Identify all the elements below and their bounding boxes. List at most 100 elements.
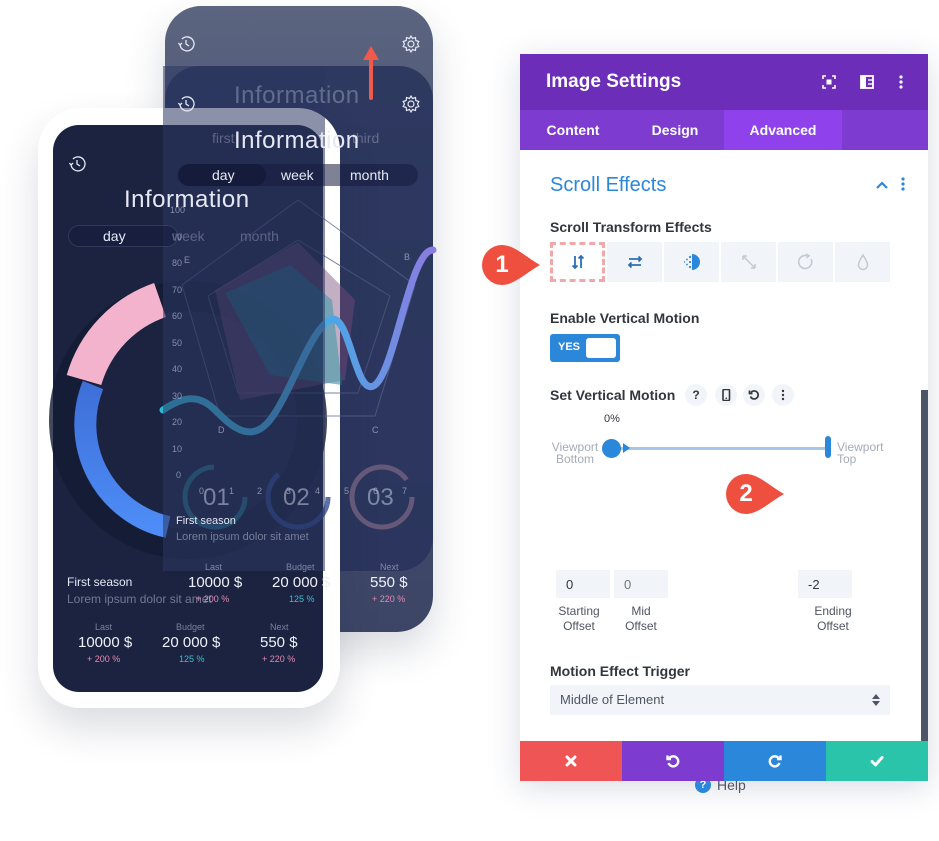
section-more-icon[interactable] <box>900 176 906 192</box>
gear-icon[interactable] <box>401 94 421 114</box>
panel-footer <box>520 741 928 781</box>
fading-icon <box>683 254 700 270</box>
radar-label: B <box>404 252 411 262</box>
effect-horizontal-motion-button[interactable] <box>607 242 662 282</box>
effect-scaling-button[interactable] <box>721 242 776 282</box>
motion-trigger-select[interactable]: Middle of Element <box>550 685 890 715</box>
horizontal-motion-icon <box>627 255 642 269</box>
panel-title: Image Settings <box>546 71 682 92</box>
tab-advanced[interactable]: Advanced <box>724 110 842 150</box>
stat-value: 10000 $ <box>78 634 133 651</box>
mid-season-title: First season <box>176 515 236 527</box>
slider-start-handle[interactable] <box>602 439 621 458</box>
stat-change: + 200 % <box>87 654 121 664</box>
slider-mid-handle[interactable] <box>623 443 630 453</box>
ending-offset-input[interactable] <box>798 570 852 598</box>
scrollbar[interactable] <box>921 390 928 742</box>
more-options-icon[interactable] <box>892 73 910 91</box>
label-line: Offset <box>625 619 657 633</box>
effect-rotating-button[interactable] <box>778 242 833 282</box>
scaling-icon <box>741 255 756 269</box>
x-tick: 5 <box>344 486 350 496</box>
gear-icon[interactable] <box>401 34 421 54</box>
x-tick: 7 <box>402 486 408 496</box>
tab-design[interactable]: Design <box>626 110 724 150</box>
x-tick: 2 <box>257 486 263 496</box>
history-icon[interactable] <box>176 94 196 114</box>
effect-vertical-motion-button[interactable] <box>550 242 605 282</box>
radar-label: D <box>218 425 225 435</box>
slider-percent-label: 0% <box>604 413 620 425</box>
history-icon[interactable] <box>176 34 196 54</box>
rotating-icon <box>797 253 812 270</box>
stat-label: Next <box>270 622 289 632</box>
mid-offset-label: Mid Offset <box>612 604 670 634</box>
motion-trigger-value: Middle of Element <box>560 692 665 707</box>
slider-start-label: Viewport Bottom <box>550 441 600 465</box>
redo-button[interactable] <box>724 741 826 781</box>
stat-change: 125 % <box>179 654 205 664</box>
label-line: Offset <box>563 619 595 633</box>
effect-blur-button[interactable] <box>835 242 890 282</box>
cancel-button[interactable] <box>520 741 622 781</box>
enable-vertical-motion-toggle[interactable]: YES <box>550 334 620 362</box>
image-settings-panel: Image Settings Content Design Advanced S… <box>520 54 928 793</box>
section-title-scroll-effects[interactable]: Scroll Effects <box>550 174 666 197</box>
back-phone-tab-first[interactable]: first <box>212 130 235 146</box>
chevron-up-icon[interactable] <box>875 178 889 192</box>
back-phone-title: Information <box>234 82 360 109</box>
enable-vertical-motion-label: Enable Vertical Motion <box>550 310 700 326</box>
split-view-icon[interactable] <box>858 73 876 91</box>
starting-offset-input[interactable] <box>556 570 610 598</box>
radar-label: C <box>372 425 379 435</box>
mid-phone-tab-day[interactable]: day <box>212 167 235 183</box>
panel-tabs: Content Design Advanced <box>520 110 928 150</box>
toggle-knob <box>586 338 616 358</box>
field-more-icon[interactable] <box>772 384 794 406</box>
y-tick: 70 <box>172 285 183 295</box>
slider-end-handle[interactable] <box>825 436 831 458</box>
label-line: Mid <box>631 604 651 618</box>
front-phone-tab-month[interactable]: month <box>240 228 279 244</box>
reset-icon[interactable] <box>743 384 765 406</box>
effect-fading-button[interactable] <box>664 242 719 282</box>
label-line: Starting <box>558 604 600 618</box>
undo-icon <box>666 755 680 768</box>
label-line: Ending <box>814 604 852 618</box>
slider-track[interactable] <box>612 447 828 450</box>
tab-content[interactable]: Content <box>520 110 626 150</box>
panel-body: Scroll Effects Scroll Transform Effects <box>520 150 928 793</box>
x-tick: 4 <box>315 486 321 496</box>
front-phone-tab-week[interactable]: week <box>172 228 205 244</box>
up-arrow-indicator <box>363 46 379 100</box>
x-tick: 1 <box>229 486 235 496</box>
mobile-device-icon[interactable] <box>715 384 737 406</box>
toggle-label: YES <box>558 341 581 353</box>
front-phone-tab-day[interactable]: day <box>103 228 126 244</box>
stat-value: 20 000 $ <box>272 574 331 591</box>
mid-phone-tab-week[interactable]: week <box>281 167 314 183</box>
history-icon[interactable] <box>67 154 87 174</box>
ring-01-label: 01 <box>203 484 230 511</box>
y-tick: 30 <box>172 391 183 401</box>
radar-label: E <box>184 255 191 265</box>
save-button[interactable] <box>826 741 928 781</box>
stat-change: + 220 % <box>372 594 406 604</box>
starting-offset-label: Starting Offset <box>548 604 610 634</box>
fullscreen-icon[interactable] <box>820 73 838 91</box>
mid-offset-input[interactable] <box>614 570 668 598</box>
stat-value: 10000 $ <box>188 574 243 591</box>
label-line: Offset <box>817 619 849 633</box>
callout-1-number: 1 <box>495 251 509 278</box>
slider-end-label: Viewport Top <box>837 441 893 465</box>
y-tick: 20 <box>172 417 183 427</box>
stat-value: 550 $ <box>370 574 408 591</box>
mid-phone-tab-month[interactable]: month <box>350 167 389 183</box>
vertical-motion-icon <box>571 254 584 270</box>
help-question-icon[interactable]: ? <box>685 384 707 406</box>
ring-03-label: 03 <box>367 484 394 511</box>
stat-change: 125 % <box>289 594 315 604</box>
mid-phone-title: Information <box>234 127 360 154</box>
undo-button[interactable] <box>622 741 724 781</box>
phone-mockup-scene: Information first third Information day … <box>0 0 470 760</box>
